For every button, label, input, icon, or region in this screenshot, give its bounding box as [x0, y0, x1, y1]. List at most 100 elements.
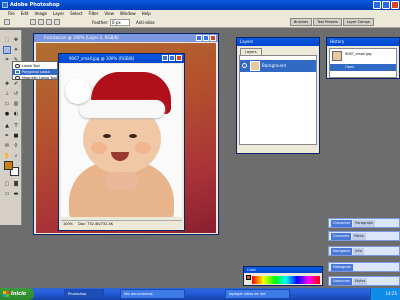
- visibility-eye-icon[interactable]: [242, 63, 247, 68]
- system-tray-clock[interactable]: 14:25: [370, 288, 400, 300]
- tab-character[interactable]: Character: [331, 220, 353, 227]
- taskbar-item-photoshop[interactable]: Photoshop: [64, 289, 104, 299]
- tab-paragraph[interactable]: Paragraph: [353, 220, 376, 227]
- histogram-palette[interactable]: Histogram: [328, 262, 400, 272]
- close-button[interactable]: [391, 1, 399, 9]
- snapshot-label: 9067_small.jpg: [345, 52, 372, 56]
- layers-palette[interactable]: Layers Layers Background: [236, 37, 320, 154]
- quick-mask-icon[interactable]: ◙: [12, 180, 20, 188]
- tab-layers[interactable]: Layers: [240, 48, 262, 55]
- maximize-button[interactable]: [169, 55, 175, 61]
- subtract-selection-icon[interactable]: [46, 19, 52, 25]
- tab-paths[interactable]: Paths: [352, 233, 366, 240]
- marquee-tool-icon[interactable]: ⬚: [3, 36, 11, 44]
- healing-brush-icon[interactable]: ✚: [3, 80, 11, 88]
- tab-navigator[interactable]: Navigator: [331, 248, 353, 255]
- new-selection-icon[interactable]: [30, 19, 36, 25]
- character-paragraph-palette[interactable]: Character Paragraph: [328, 218, 400, 228]
- lasso-tool-icon[interactable]: ◌: [3, 46, 11, 54]
- clone-stamp-icon[interactable]: ⊥: [3, 90, 11, 98]
- lasso-option-label: Lasso Tool: [22, 64, 40, 68]
- taskbar-item-mis-documentos[interactable]: Mis documentos: [120, 289, 185, 299]
- history-brush-icon[interactable]: ↺: [12, 90, 20, 98]
- palette-well-tab-layer-comps[interactable]: Layer Comps: [342, 18, 374, 26]
- color-foreground-swatch[interactable]: [246, 275, 251, 280]
- intersect-selection-icon[interactable]: [54, 19, 60, 25]
- zoom-tool-icon[interactable]: ⌕: [12, 152, 20, 160]
- color-ramp[interactable]: [252, 276, 320, 284]
- eyedropper-tool-icon[interactable]: ⚲: [12, 142, 20, 150]
- swatches-styles-palette[interactable]: Swatches Styles: [328, 276, 400, 286]
- snapshot-thumbnail[interactable]: [332, 51, 342, 61]
- history-step-open[interactable]: Open: [330, 64, 396, 71]
- tab-histogram[interactable]: Histogram: [331, 264, 354, 271]
- history-palette-title[interactable]: History: [327, 38, 399, 46]
- navigator-info-palette[interactable]: Navigator Info: [328, 246, 400, 256]
- tab-channels[interactable]: Channels: [331, 233, 352, 240]
- layers-palette-title[interactable]: Layers: [237, 38, 319, 46]
- taskbar-item-network[interactable]: Agregar sitios de red: [225, 289, 290, 299]
- screen-mode-standard-icon[interactable]: ▭: [3, 190, 11, 198]
- pen-tool-icon[interactable]: ✒: [3, 132, 11, 140]
- tab-styles[interactable]: Styles: [352, 278, 368, 285]
- dodge-tool-icon[interactable]: ◐: [12, 110, 20, 118]
- hand-tool-icon[interactable]: ✋: [3, 152, 11, 160]
- antialias-checkbox[interactable]: Anti-alias: [136, 19, 155, 26]
- move-tool-icon[interactable]: ✥: [12, 36, 20, 44]
- magnetic-lasso-option[interactable]: Magnetic Lasso Tool: [13, 75, 57, 81]
- color-palette[interactable]: Color: [243, 266, 323, 286]
- feather-input[interactable]: 0 px: [110, 19, 130, 26]
- start-button[interactable]: Inicio: [0, 288, 34, 300]
- menu-edit[interactable]: Edit: [21, 10, 29, 17]
- close-button[interactable]: [176, 55, 182, 61]
- tab-info[interactable]: Info: [353, 248, 364, 255]
- lasso-tool-preset-icon[interactable]: [4, 19, 10, 25]
- menu-file[interactable]: File: [8, 10, 15, 17]
- maximize-button[interactable]: [382, 1, 390, 9]
- brush-tool-icon[interactable]: ✐: [12, 80, 20, 88]
- blur-tool-icon[interactable]: ●: [3, 110, 11, 118]
- polygonal-lasso-icon: [15, 70, 20, 74]
- close-button[interactable]: [210, 35, 216, 41]
- palette-well-tab-brushes[interactable]: Brushes: [290, 18, 313, 26]
- layer-thumbnail: [250, 61, 260, 71]
- path-selection-icon[interactable]: ▲: [3, 122, 11, 130]
- gradient-tool-icon[interactable]: ▥: [12, 100, 20, 108]
- maximize-button[interactable]: [203, 35, 209, 41]
- color-palette-title[interactable]: Color: [244, 267, 322, 273]
- menu-filter[interactable]: Filter: [88, 10, 98, 17]
- canvas-baby-photo[interactable]: [61, 64, 182, 217]
- menu-view[interactable]: View: [104, 10, 114, 17]
- minimize-button[interactable]: [162, 55, 168, 61]
- notes-tool-icon[interactable]: ✉: [3, 142, 11, 150]
- menu-layer[interactable]: Layer: [53, 10, 64, 17]
- minimize-button[interactable]: [373, 1, 381, 9]
- shape-tool-icon[interactable]: ■: [12, 132, 20, 140]
- type-tool-icon[interactable]: T: [12, 122, 20, 130]
- channels-paths-palette[interactable]: Channels Paths: [328, 231, 400, 241]
- minimize-button[interactable]: [196, 35, 202, 41]
- photoshop-app-icon: [2, 2, 8, 8]
- palette-well-tab-tool-presets[interactable]: Tool Presets: [313, 18, 342, 26]
- magic-wand-icon[interactable]: ✦: [12, 46, 20, 54]
- image-window-baby[interactable]: 9067_small.jpg @ 100% (RGB/8) 100% Doc: …: [58, 53, 185, 231]
- app-title-bar[interactable]: Adobe Photoshop: [0, 0, 400, 10]
- window-title[interactable]: Felicitacion @ 100% (Layer 2, RGB/8): [34, 34, 218, 42]
- history-palette[interactable]: History 9067_small.jpg Open: [326, 37, 400, 79]
- standard-mode-icon[interactable]: ▢: [3, 180, 11, 188]
- crop-tool-icon[interactable]: ⌗: [3, 56, 11, 64]
- foreground-color-swatch[interactable]: [4, 161, 13, 170]
- menu-image[interactable]: Image: [34, 10, 47, 17]
- menu-select[interactable]: Select: [70, 10, 82, 17]
- baby-eye: [103, 134, 111, 138]
- add-to-selection-icon[interactable]: [38, 19, 44, 25]
- eraser-tool-icon[interactable]: ▭: [3, 100, 11, 108]
- tab-swatches[interactable]: Swatches: [331, 278, 352, 285]
- menu-help[interactable]: Help: [142, 10, 151, 17]
- menu-window[interactable]: Window: [120, 10, 136, 17]
- screen-mode-full-icon[interactable]: ▬: [12, 190, 20, 198]
- layer-row-background[interactable]: Background: [240, 60, 316, 72]
- zoom-level[interactable]: 100%: [63, 222, 73, 226]
- layers-list: Background: [239, 55, 317, 145]
- feather-label: Feather:: [92, 20, 109, 25]
